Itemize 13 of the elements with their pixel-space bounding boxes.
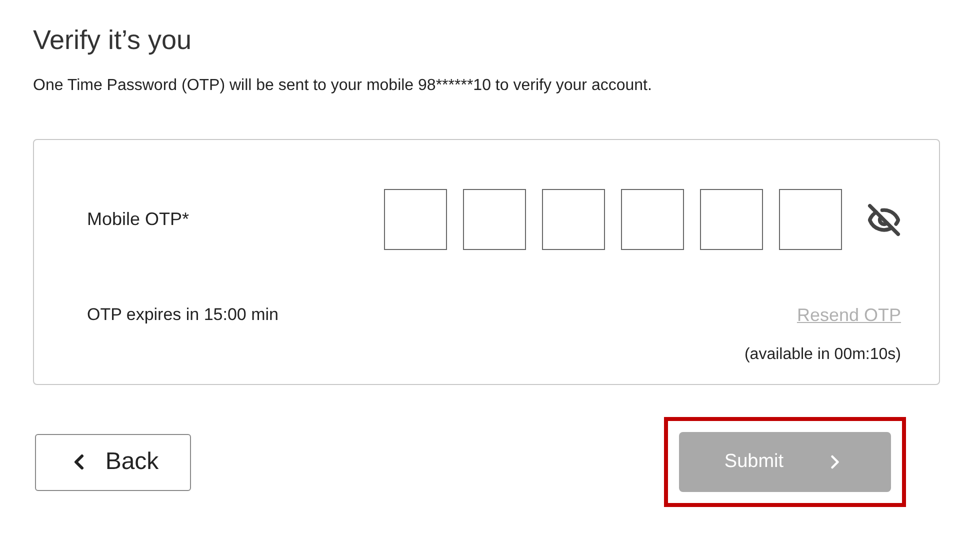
- otp-digit-field[interactable]: [463, 189, 526, 250]
- eye-slash-icon[interactable]: [867, 202, 901, 236]
- otp-digit-field[interactable]: [779, 189, 842, 250]
- otp-digit-field[interactable]: [542, 189, 605, 250]
- description: One Time Password (OTP) will be sent to your mobile 98******10 to verify your account.: [33, 76, 652, 96]
- availability-text: (available in 00m:10s): [744, 345, 901, 365]
- page-title: Verify it’s you: [33, 24, 192, 57]
- otp-digit-field[interactable]: [700, 189, 763, 250]
- back-button[interactable]: Back: [35, 434, 191, 490]
- expiry-text: OTP expires in 15:00 min: [87, 304, 278, 326]
- otp-digit-field[interactable]: [384, 189, 447, 250]
- otp-digit-field[interactable]: [621, 189, 684, 250]
- otp-label: Mobile OTP*: [87, 208, 190, 231]
